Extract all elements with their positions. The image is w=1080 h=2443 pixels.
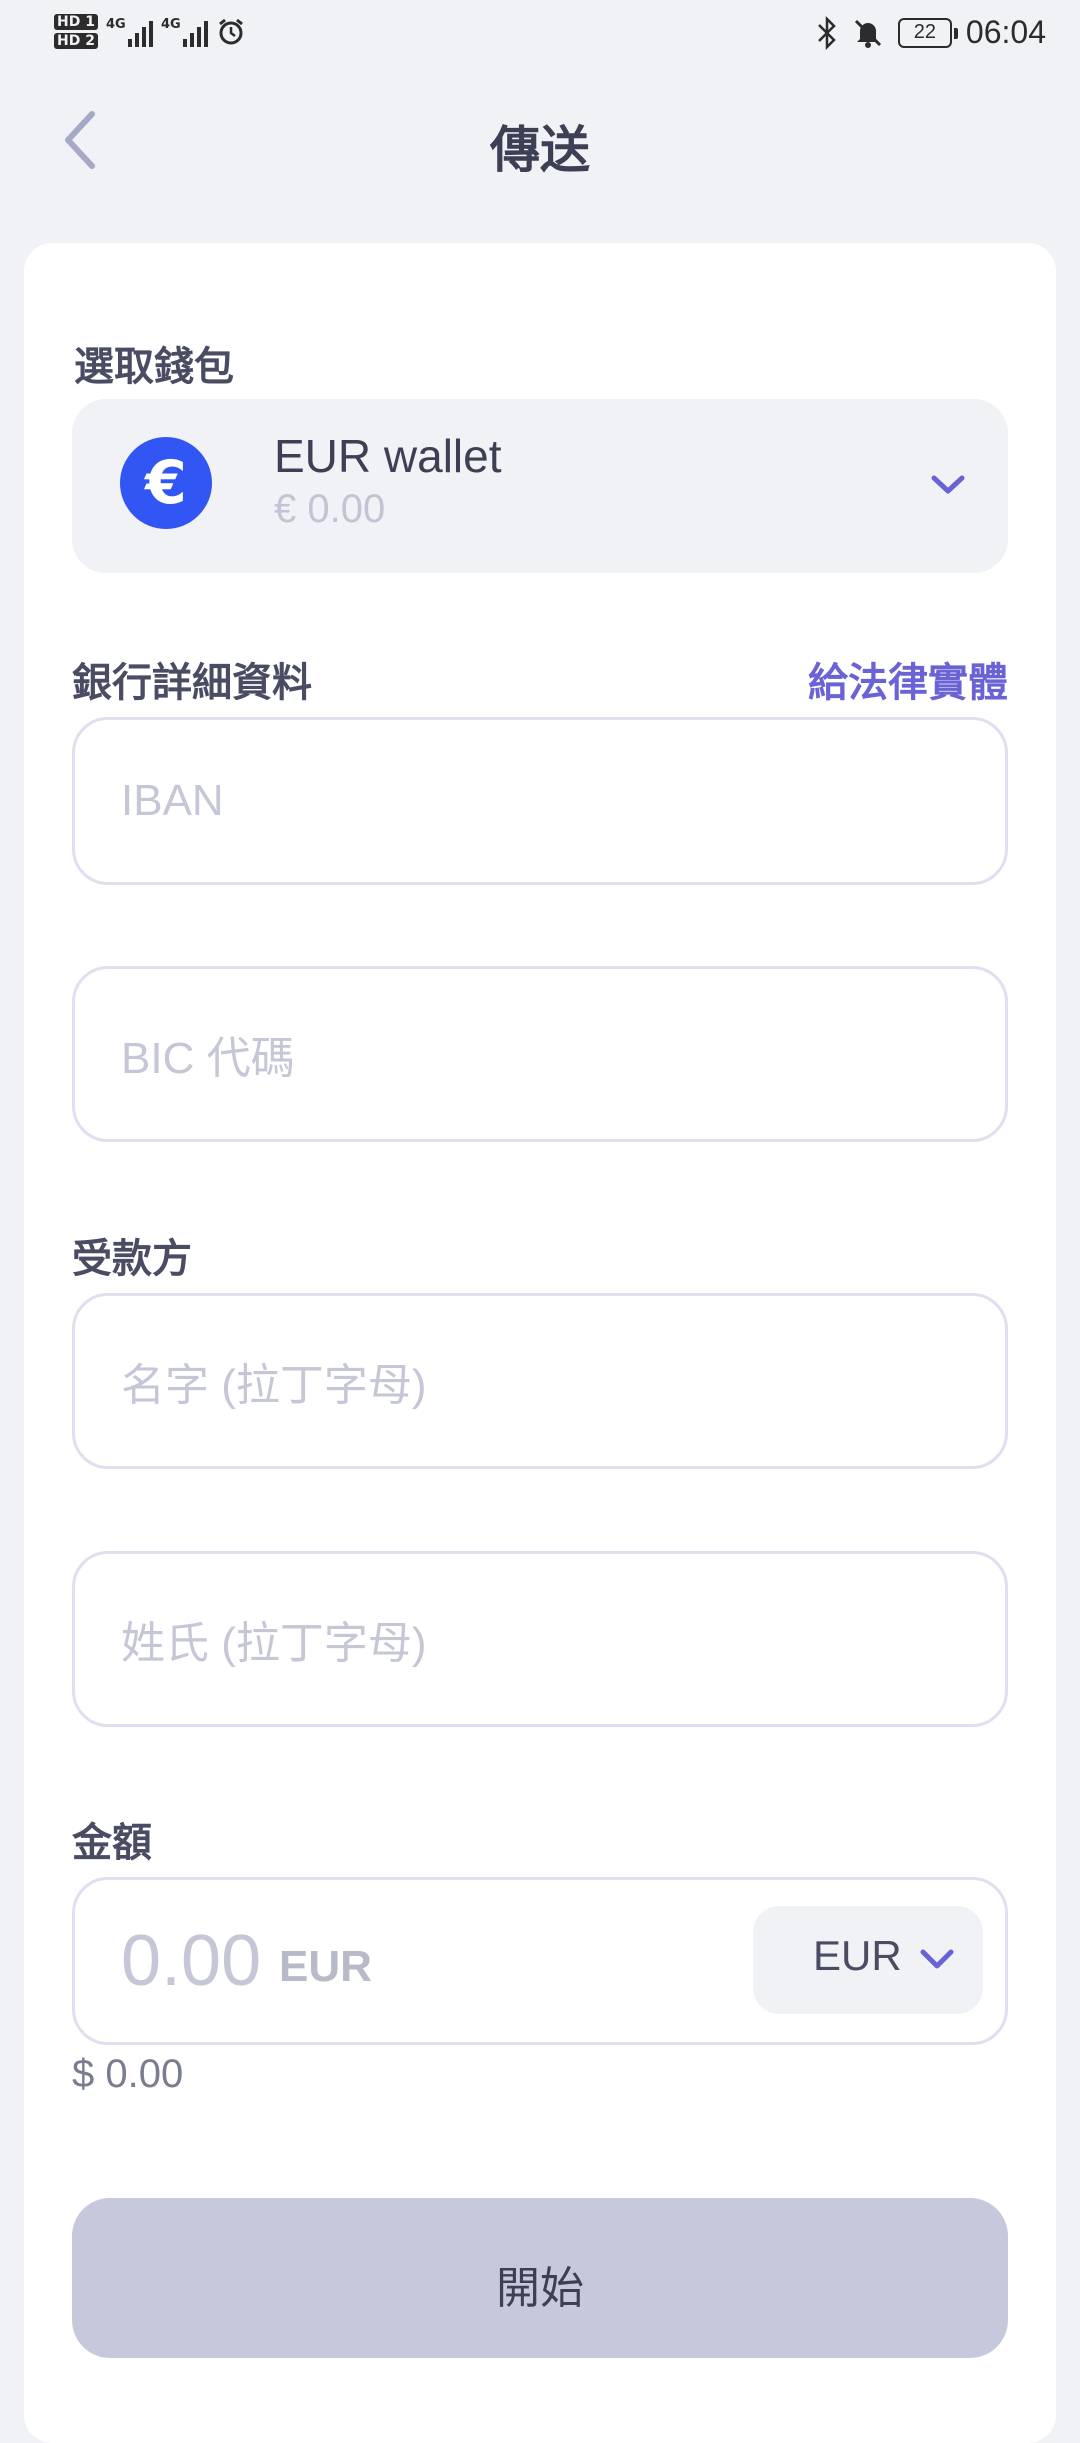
wallet-section-label: 選取錢包 <box>74 344 234 390</box>
status-left: HD 1 HD 2 4G 4G <box>54 14 246 49</box>
amount-field[interactable]: 0.00 EUR EUR <box>72 1877 1008 2045</box>
network-type-2: 4G <box>160 16 181 32</box>
bic-field[interactable]: BIC 代碼 <box>72 966 1008 1142</box>
bic-placeholder: BIC 代碼 <box>121 1034 295 1083</box>
fiat-equivalent: $ 0.00 <box>72 2052 184 2096</box>
currency-selector[interactable]: EUR <box>753 1906 983 2014</box>
battery-level: 22 <box>913 21 937 43</box>
hd2-badge: HD 2 <box>54 33 98 49</box>
last-name-field[interactable]: 姓氏 (拉丁字母) <box>72 1551 1008 1727</box>
network-type-1: 4G <box>105 16 126 32</box>
last-name-placeholder: 姓氏 (拉丁字母) <box>121 1619 427 1668</box>
status-bar: HD 1 HD 2 4G 4G 22 06:04 <box>0 0 1080 76</box>
wallet-balance: € 0.00 <box>274 487 386 531</box>
alarm-icon <box>219 18 243 44</box>
clock: 06:04 <box>965 14 1046 50</box>
chevron-down-icon <box>920 1949 954 1969</box>
legal-entity-link[interactable]: 給法律實體 <box>808 650 1008 708</box>
status-right: 22 06:04 <box>816 14 1046 51</box>
wallet-selector[interactable]: € EUR wallet € 0.00 <box>72 399 1008 573</box>
hd1-badge: HD 1 <box>54 14 98 30</box>
page-title: 傳送 <box>490 121 590 179</box>
bank-details-label: 銀行詳細資料 <box>72 660 312 706</box>
bluetooth-icon <box>818 15 836 50</box>
start-button[interactable]: 開始 <box>72 2198 1008 2358</box>
amount-label: 金額 <box>72 1820 152 1866</box>
chevron-down-icon <box>928 465 968 505</box>
hd-indicators: HD 1 HD 2 <box>54 14 98 49</box>
iban-field[interactable]: IBAN <box>72 717 1008 885</box>
amount-unit: EUR <box>279 1942 372 1991</box>
wallet-name: EUR wallet <box>274 430 502 482</box>
muted-bell-icon <box>854 19 881 48</box>
app-header: 傳送 <box>0 90 1080 200</box>
iban-placeholder: IBAN <box>121 776 224 825</box>
first-name-field[interactable]: 名字 (拉丁字母) <box>72 1293 1008 1469</box>
currency-selected: EUR <box>813 1932 902 1979</box>
first-name-placeholder: 名字 (拉丁字母) <box>121 1361 427 1410</box>
euro-coin-icon: € <box>120 437 212 529</box>
signal-1-icon: 4G <box>106 17 153 47</box>
amount-placeholder: 0.00 <box>121 1921 262 2001</box>
start-button-label: 開始 <box>496 2263 584 2314</box>
recipient-label: 受款方 <box>72 1236 192 1282</box>
battery-icon: 22 <box>897 17 958 48</box>
signal-2-icon: 4G <box>161 17 208 47</box>
